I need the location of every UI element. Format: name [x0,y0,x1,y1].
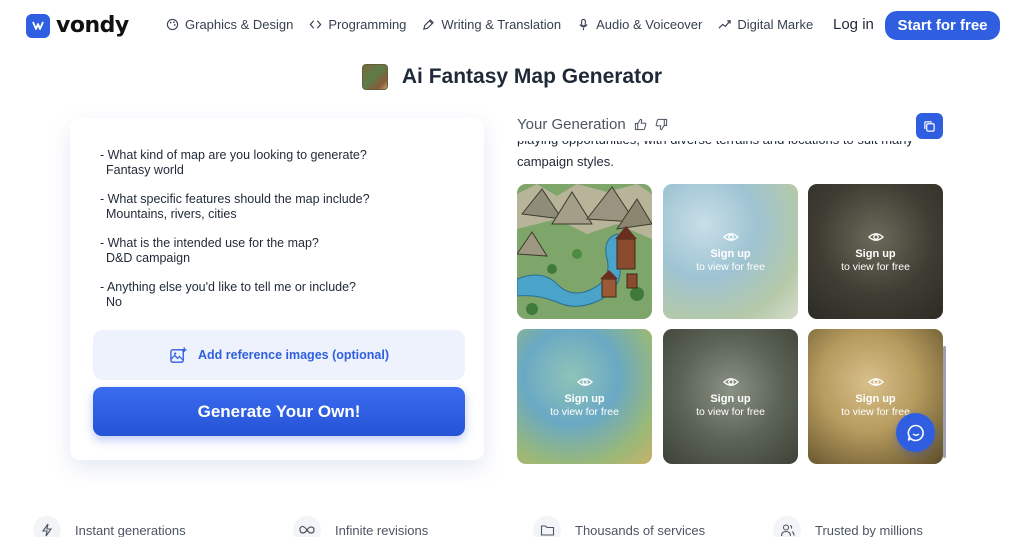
locked-image-tile[interactable]: Sign up to view for free [517,329,652,464]
feature-revisions: Infinite revisions [293,516,428,537]
sign-up-text: Sign up [710,393,751,405]
nav-audio-voiceover[interactable]: Audio & Voiceover [577,17,702,32]
nav-label: Graphics & Design [185,17,294,32]
add-reference-images-button[interactable]: Add reference images (optional) [93,330,465,380]
answer: Mountains, rivers, cities [106,207,237,221]
qa-item: - What kind of map are you looking to ge… [100,148,470,178]
features-row: Instant generations Infinite revisions T… [0,514,1024,537]
generation-heading: Your Generation [517,116,626,133]
logo-text: vondy [56,13,129,38]
feature-label: Thousands of services [575,522,706,537]
question: - What kind of map are you looking to ge… [100,148,367,162]
copy-icon [924,120,935,132]
locked-image-tile[interactable]: Sign up to view for free [663,184,798,319]
nav-label: Digital Marke [737,17,814,32]
infinity-icon [293,516,321,537]
prompt-panel: - What kind of map are you looking to ge… [70,118,484,460]
add-reference-label: Add reference images (optional) [197,348,389,362]
trend-icon [718,20,732,29]
view-free-text: to view for free [841,406,910,418]
answer: Fantasy world [106,163,184,177]
nav-programming[interactable]: Programming [309,17,406,32]
image-add-icon [170,346,187,363]
eye-icon [867,378,884,386]
top-header: vondy Graphics & Design Programming Writ… [0,0,1024,52]
feature-label: Instant generations [75,522,186,537]
pen-icon [423,19,435,30]
code-icon [309,20,322,29]
login-link[interactable]: Log in [833,16,874,33]
view-free-text: to view for free [550,406,619,418]
sign-up-text: Sign up [710,248,751,260]
thumbs-up-icon[interactable] [634,118,647,131]
logo-mark-icon [26,13,50,38]
nav-label: Writing & Translation [441,17,562,32]
nav-digital-marketing[interactable]: Digital Marke [718,17,813,32]
answer: No [106,295,122,309]
answer: D&D campaign [106,251,191,265]
sign-up-text: Sign up [855,393,896,405]
feature-trusted: Trusted by millions [773,516,923,537]
feature-services: Thousands of services [533,516,705,537]
eye-icon [722,233,739,241]
chat-bubble-icon [907,424,924,441]
view-free-text: to view for free [696,261,765,273]
logo[interactable]: vondy [26,13,129,38]
generation-scrollbar[interactable] [943,346,946,458]
feature-label: Infinite revisions [335,522,429,537]
start-for-free-button[interactable]: Start for free [885,11,1000,40]
qa-item: - What is the intended use for the map? … [100,236,470,266]
generation-description: playing opportunities, with diverse terr… [517,141,913,169]
view-free-text: to view for free [841,261,910,273]
locked-image-tile[interactable]: Sign up to view for free [663,329,798,464]
locked-image-tile[interactable]: Sign up to view for free [808,184,943,319]
eye-icon [576,378,593,386]
eye-icon [722,378,739,386]
eye-icon [867,233,884,241]
generation-description-scroll[interactable]: playing opportunities, with diverse terr… [517,141,942,181]
folders-icon [533,516,561,537]
view-free-text: to view for free [696,406,765,418]
question: - Anything else you'd like to tell me or… [100,280,356,294]
palette-icon [166,18,179,31]
question: - What is the intended use for the map? [100,236,319,250]
qa-item: - Anything else you'd like to tell me or… [100,280,470,310]
nav-graphics-design[interactable]: Graphics & Design [166,17,293,32]
sign-up-text: Sign up [564,393,605,405]
fantasy-map-thumbnail-icon [361,64,388,90]
generated-map-image[interactable] [517,184,652,319]
thumbs-down-icon[interactable] [655,118,668,131]
chat-button[interactable] [896,413,935,452]
fantasy-map-illustration [517,184,652,319]
microphone-icon [579,18,588,31]
feature-instant: Instant generations [33,516,186,537]
main-nav: Graphics & Design Programming Writing & … [166,17,813,32]
lightning-icon [33,516,61,537]
page-title-row: Ai Fantasy Map Generator [0,64,1024,90]
copy-button[interactable] [916,113,943,139]
page-title: Ai Fantasy Map Generator [401,65,663,88]
generation-header: Your Generation [517,116,668,133]
qa-list: - What kind of map are you looking to ge… [100,148,470,324]
generate-button[interactable]: Generate Your Own! [93,387,465,436]
nav-label: Programming [328,17,407,32]
nav-label: Audio & Voiceover [596,17,703,32]
qa-item: - What specific features should the map … [100,192,470,222]
feature-label: Trusted by millions [815,522,923,537]
question: - What specific features should the map … [100,192,370,206]
nav-writing-translation[interactable]: Writing & Translation [422,17,561,32]
sign-up-text: Sign up [855,248,896,260]
users-icon [773,516,801,537]
